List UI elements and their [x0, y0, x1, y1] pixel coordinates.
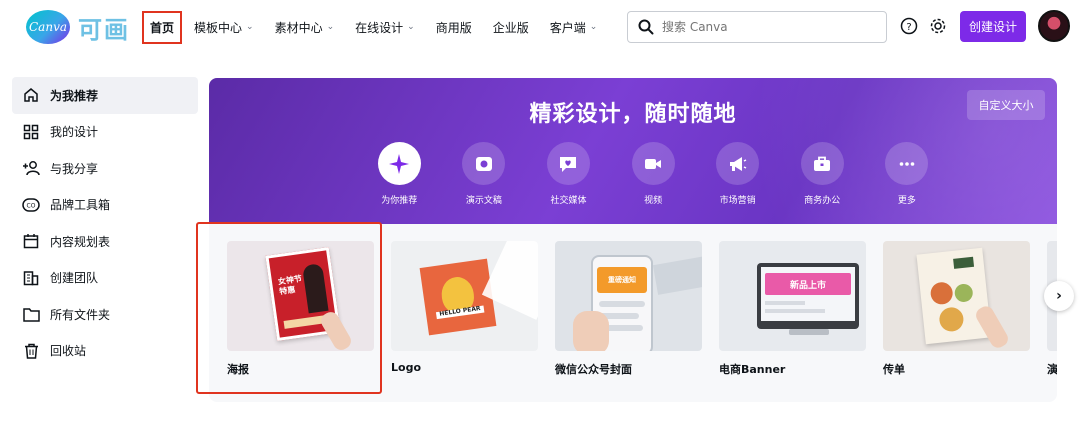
category-label: 商务办公 [804, 196, 841, 206]
chevron-down-icon: ⌄ [246, 22, 254, 32]
heart-chat-icon [560, 156, 577, 172]
category-label: 社交媒体 [550, 196, 587, 206]
banner-thumbnail: 新品上市 [719, 241, 866, 351]
sidebar-item-for-you[interactable]: 为我推荐 [12, 77, 198, 114]
chevron-down-icon: ⌄ [407, 22, 415, 32]
share-users-icon [22, 159, 40, 177]
category-for-you[interactable]: 为你推荐 [357, 142, 442, 206]
sidebar-item-label: 所有文件夹 [50, 307, 111, 322]
grid-icon [22, 123, 40, 141]
template-label: 电商Banner [719, 363, 786, 376]
nav-enterprise[interactable]: 企业版 [493, 19, 529, 36]
nav-templates[interactable]: 模板中心 ⌄ [194, 19, 254, 36]
template-card-logo[interactable]: HELLO PEAR Logo [391, 241, 538, 374]
sidebar-item-label: 创建团队 [50, 271, 99, 286]
sidebar: 为我推荐 我的设计 与我分享 CO 品牌工具箱 内容规划表 创建团队 所有文件夹… [12, 77, 198, 369]
calendar-icon [22, 232, 40, 250]
main-nav: 首页 模板中心 ⌄ 素材中心 ⌄ 在线设计 ⌄ 商用版 企业版 客户端 ⌄ [142, 10, 618, 44]
template-card-flyer[interactable]: 传单 [883, 241, 1030, 377]
custom-size-button[interactable]: 自定义大小 [967, 90, 1045, 120]
flyer-thumbnail [883, 241, 1030, 351]
sparkle-icon [389, 153, 410, 174]
category-label: 市场营销 [719, 196, 756, 206]
folder-icon [22, 305, 40, 323]
category-row: 为你推荐 演示文稿 社交媒体 视频 市场营销 商务办公 更多 [357, 142, 949, 206]
presentation-icon [475, 156, 492, 171]
chevron-right-icon[interactable]: › [1044, 281, 1074, 311]
logo-thumbnail: HELLO PEAR [391, 241, 538, 351]
nav-client[interactable]: 客户端 ⌄ [550, 19, 598, 36]
sidebar-item-label: 回收站 [50, 344, 87, 359]
category-more[interactable]: 更多 [865, 142, 950, 206]
template-label: Logo [391, 361, 421, 374]
search-bar[interactable] [627, 11, 887, 43]
nav-home[interactable]: 首页 [142, 10, 183, 44]
category-label: 为你推荐 [381, 196, 418, 206]
search-icon [638, 19, 654, 35]
category-label: 演示文稿 [465, 196, 502, 206]
more-icon [899, 161, 915, 166]
template-card-wechat-cover[interactable]: 重磅通知 微信公众号封面 [555, 241, 702, 377]
megaphone-icon [729, 156, 747, 171]
category-social-media[interactable]: 社交媒体 [526, 142, 611, 206]
template-label: 传单 [883, 363, 905, 376]
category-label: 更多 [897, 196, 916, 206]
category-label: 视频 [644, 196, 663, 206]
sidebar-item-label: 我的设计 [50, 125, 99, 140]
video-icon [645, 158, 662, 169]
building-icon [22, 269, 40, 287]
template-label: 演 [1047, 363, 1057, 376]
sidebar-item-label: 品牌工具箱 [50, 198, 111, 213]
create-design-button[interactable]: 创建设计 [960, 11, 1026, 42]
svg-text:CO: CO [27, 202, 36, 209]
sidebar-item-label: 为我推荐 [50, 88, 99, 103]
chevron-down-icon: ⌄ [326, 22, 335, 32]
chevron-down-icon: ⌄ [589, 22, 598, 32]
sidebar-item-shared[interactable]: 与我分享 [12, 150, 198, 187]
hero-banner: 精彩设计，随时随地 自定义大小 为你推荐 演示文稿 社交媒体 视频 市场营销 商… [209, 78, 1057, 224]
sidebar-item-label: 与我分享 [50, 161, 99, 176]
home-icon [22, 86, 40, 104]
briefcase-icon [814, 156, 831, 171]
template-label: 微信公众号封面 [555, 363, 632, 376]
template-card-ecommerce-banner[interactable]: 新品上市 电商Banner [719, 241, 866, 377]
nav-pro[interactable]: 商用版 [436, 19, 472, 36]
poster-highlight-box [196, 222, 382, 394]
nav-assets[interactable]: 素材中心 ⌄ [275, 19, 335, 36]
brand-icon: CO [22, 196, 40, 214]
sidebar-item-my-designs[interactable]: 我的设计 [12, 114, 198, 151]
banner-title: 精彩设计，随时随地 [529, 102, 737, 127]
trash-icon [22, 342, 40, 360]
top-bar: Canva 可画 首页 模板中心 ⌄ 素材中心 ⌄ 在线设计 ⌄ 商用版 企业版 客户… [0, 0, 1080, 54]
category-video[interactable]: 视频 [611, 142, 696, 206]
sidebar-item-label: 内容规划表 [50, 234, 111, 249]
category-marketing[interactable]: 市场营销 [695, 142, 780, 206]
category-presentation[interactable]: 演示文稿 [442, 142, 527, 206]
sidebar-item-trash[interactable]: 回收站 [12, 333, 198, 370]
sidebar-item-create-team[interactable]: 创建团队 [12, 260, 198, 297]
category-business[interactable]: 商务办公 [780, 142, 865, 206]
canva-logo[interactable]: Canva [26, 10, 70, 44]
canva-cn-logo[interactable]: 可画 [78, 11, 130, 44]
help-icon[interactable]: ? [899, 16, 919, 36]
wechat-thumbnail: 重磅通知 [555, 241, 702, 351]
gear-icon[interactable] [928, 16, 948, 36]
sidebar-item-folders[interactable]: 所有文件夹 [12, 296, 198, 333]
search-input[interactable] [662, 20, 862, 34]
svg-text:?: ? [906, 22, 911, 33]
sidebar-item-brand-kit[interactable]: CO 品牌工具箱 [12, 187, 198, 224]
nav-online-design[interactable]: 在线设计 ⌄ [355, 19, 415, 36]
avatar[interactable] [1038, 10, 1070, 42]
sidebar-item-planner[interactable]: 内容规划表 [12, 223, 198, 260]
